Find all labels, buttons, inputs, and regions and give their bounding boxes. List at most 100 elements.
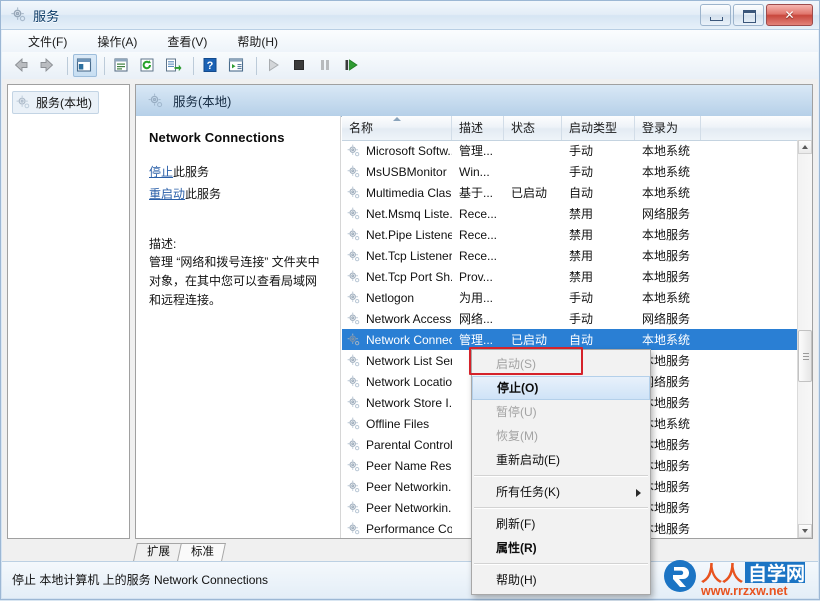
table-row[interactable]: Net.Msmq Liste... Rece... 禁用 网络服务: [342, 203, 798, 224]
ctx-all-tasks[interactable]: 所有任务(K): [472, 480, 650, 504]
cell-name: Net.Msmq Liste...: [342, 207, 452, 221]
context-menu-separator: [474, 507, 648, 509]
maximize-button[interactable]: [733, 4, 764, 26]
cell-name-label: Net.Pipe Listene...: [366, 227, 452, 242]
forward-icon[interactable]: [36, 54, 60, 77]
tab-extended-label: 扩展: [147, 546, 170, 558]
table-row[interactable]: Net.Tcp Listener... Rece... 禁用 本地服务: [342, 245, 798, 266]
stop-service-icon[interactable]: [288, 54, 312, 77]
column-header-description[interactable]: 描述: [452, 116, 504, 140]
column-header-logon-as-label: 登录为: [642, 121, 679, 135]
table-row[interactable]: MsUSBMonitor Win... 手动 本地系统: [342, 161, 798, 182]
help-icon[interactable]: ?: [199, 54, 223, 77]
menu-help[interactable]: 帮助(H): [225, 29, 290, 54]
cell-name-label: Net.Msmq Liste...: [366, 206, 452, 221]
content-area: 服务(本地) 服务(本地) Network Connections 停止此服务: [2, 79, 818, 561]
services-gear-icon: [16, 95, 30, 109]
service-gear-icon: [347, 354, 360, 366]
cell-name: Offline Files: [342, 417, 452, 431]
service-gear-icon: [347, 480, 360, 492]
cell-desc: Prov...: [459, 269, 493, 284]
service-gear-icon: [347, 312, 360, 324]
show-action-pane-icon[interactable]: [225, 54, 249, 77]
restart-service-icon[interactable]: [340, 54, 364, 77]
cell-name-label: Network List Ser...: [366, 353, 452, 368]
cell-desc: 基于...: [459, 186, 494, 200]
column-header-name[interactable]: 名称: [342, 116, 452, 140]
svg-text:自学网: 自学网: [748, 562, 805, 585]
tree-node-services-local[interactable]: 服务(本地): [12, 91, 99, 114]
service-gear-icon: [347, 186, 360, 198]
ctx-pause: 暂停(U): [496, 405, 537, 419]
cell-name-label: Peer Networkin...: [366, 500, 452, 515]
cell-logon: 本地系统: [642, 144, 691, 158]
description-label: 描述:: [149, 237, 177, 251]
cell-logon: 本地服务: [642, 228, 691, 242]
menu-view[interactable]: 查看(V): [155, 29, 219, 54]
cell-logon: 网络服务: [642, 312, 691, 326]
svg-text:www.rrzxw.net: www.rrzxw.net: [700, 584, 788, 598]
cell-desc: 为用...: [459, 291, 494, 305]
scroll-up-button[interactable]: [798, 140, 812, 154]
cell-startup: 自动: [569, 186, 594, 200]
back-icon[interactable]: [10, 54, 34, 77]
cell-name-label: Network Connec...: [366, 332, 452, 347]
cell-logon: 本地系统: [642, 291, 691, 305]
svg-text:?: ?: [207, 60, 214, 72]
service-gear-icon: [347, 375, 360, 387]
ctx-stop[interactable]: 停止(O): [472, 376, 650, 400]
service-gear-icon: [347, 333, 360, 345]
scroll-thumb[interactable]: [798, 330, 812, 382]
tab-standard[interactable]: 标准: [177, 543, 226, 561]
table-row[interactable]: Multimedia Clas... 基于... 已启动 自动 本地系统: [342, 182, 798, 203]
table-row[interactable]: Net.Tcp Port Sh... Prov... 禁用 本地服务: [342, 266, 798, 287]
cell-name-label: Network Locatio...: [366, 374, 452, 389]
table-row[interactable]: Net.Pipe Listene... Rece... 禁用 本地服务: [342, 224, 798, 245]
tab-extended[interactable]: 扩展: [133, 543, 182, 561]
pane-header: 服务(本地): [136, 85, 812, 117]
export-list-icon[interactable]: [162, 54, 186, 77]
close-button[interactable]: ✕: [766, 4, 813, 26]
console-tree-pane: 服务(本地): [7, 84, 130, 539]
service-gear-icon: [347, 249, 360, 261]
cell-desc: 管理...: [459, 333, 494, 347]
list-vertical-scrollbar[interactable]: [797, 140, 812, 538]
column-header-startup-type[interactable]: 启动类型: [562, 116, 635, 140]
ctx-help[interactable]: 帮助(H): [472, 568, 650, 592]
ctx-properties[interactable]: 属性(R): [472, 536, 650, 560]
ctx-refresh[interactable]: 刷新(F): [472, 512, 650, 536]
submenu-arrow-icon: [636, 489, 641, 497]
services-window: 服务 ✕ 文件(F) 操作(A) 查看(V) 帮助(H) ? 服务(本地) 服务…: [0, 0, 820, 600]
column-header-status[interactable]: 状态: [504, 116, 562, 140]
ctx-restart[interactable]: 重新启动(E): [472, 448, 650, 472]
cell-logon: 本地系统: [642, 186, 691, 200]
cell-logon: 本地服务: [642, 249, 691, 263]
description-body: 管理 “网络和拨号连接” 文件夹中对象，在其中您可以查看局域网和远程连接。: [149, 255, 320, 307]
properties-icon[interactable]: [110, 54, 134, 77]
stop-service-link[interactable]: 停止: [149, 165, 173, 179]
column-header-logon-as[interactable]: 登录为: [635, 116, 701, 140]
table-row[interactable]: Netlogon 为用... 手动 本地系统: [342, 287, 798, 308]
toolbar-separator: [67, 56, 68, 75]
show-tree-icon[interactable]: [73, 54, 97, 77]
scroll-down-button[interactable]: [798, 524, 812, 538]
table-row[interactable]: Network Connec... 管理... 已启动 自动 本地系统: [342, 329, 798, 350]
service-gear-icon: [347, 459, 360, 471]
table-row[interactable]: Network Access ... 网络... 手动 网络服务: [342, 308, 798, 329]
service-gear-icon: [347, 207, 360, 219]
service-gear-icon: [347, 228, 360, 240]
cell-startup: 手动: [569, 312, 594, 326]
start-service-icon: [262, 54, 286, 77]
list-header: 名称 描述 状态 启动类型 登录为: [342, 116, 812, 141]
menu-action[interactable]: 操作(A): [85, 29, 149, 54]
restart-service-link[interactable]: 重启动: [149, 187, 185, 201]
column-header-startup-type-label: 启动类型: [569, 121, 618, 135]
menu-file[interactable]: 文件(F): [16, 29, 79, 54]
cell-name: Peer Networkin...: [342, 480, 452, 494]
cell-name-label: Microsoft Softw...: [366, 143, 452, 158]
table-row[interactable]: Microsoft Softw... 管理... 手动 本地系统: [342, 140, 798, 161]
refresh-icon[interactable]: [136, 54, 160, 77]
cell-startup: 禁用: [569, 249, 594, 263]
cell-name: Net.Tcp Port Sh...: [342, 270, 452, 284]
minimize-button[interactable]: [700, 4, 731, 26]
